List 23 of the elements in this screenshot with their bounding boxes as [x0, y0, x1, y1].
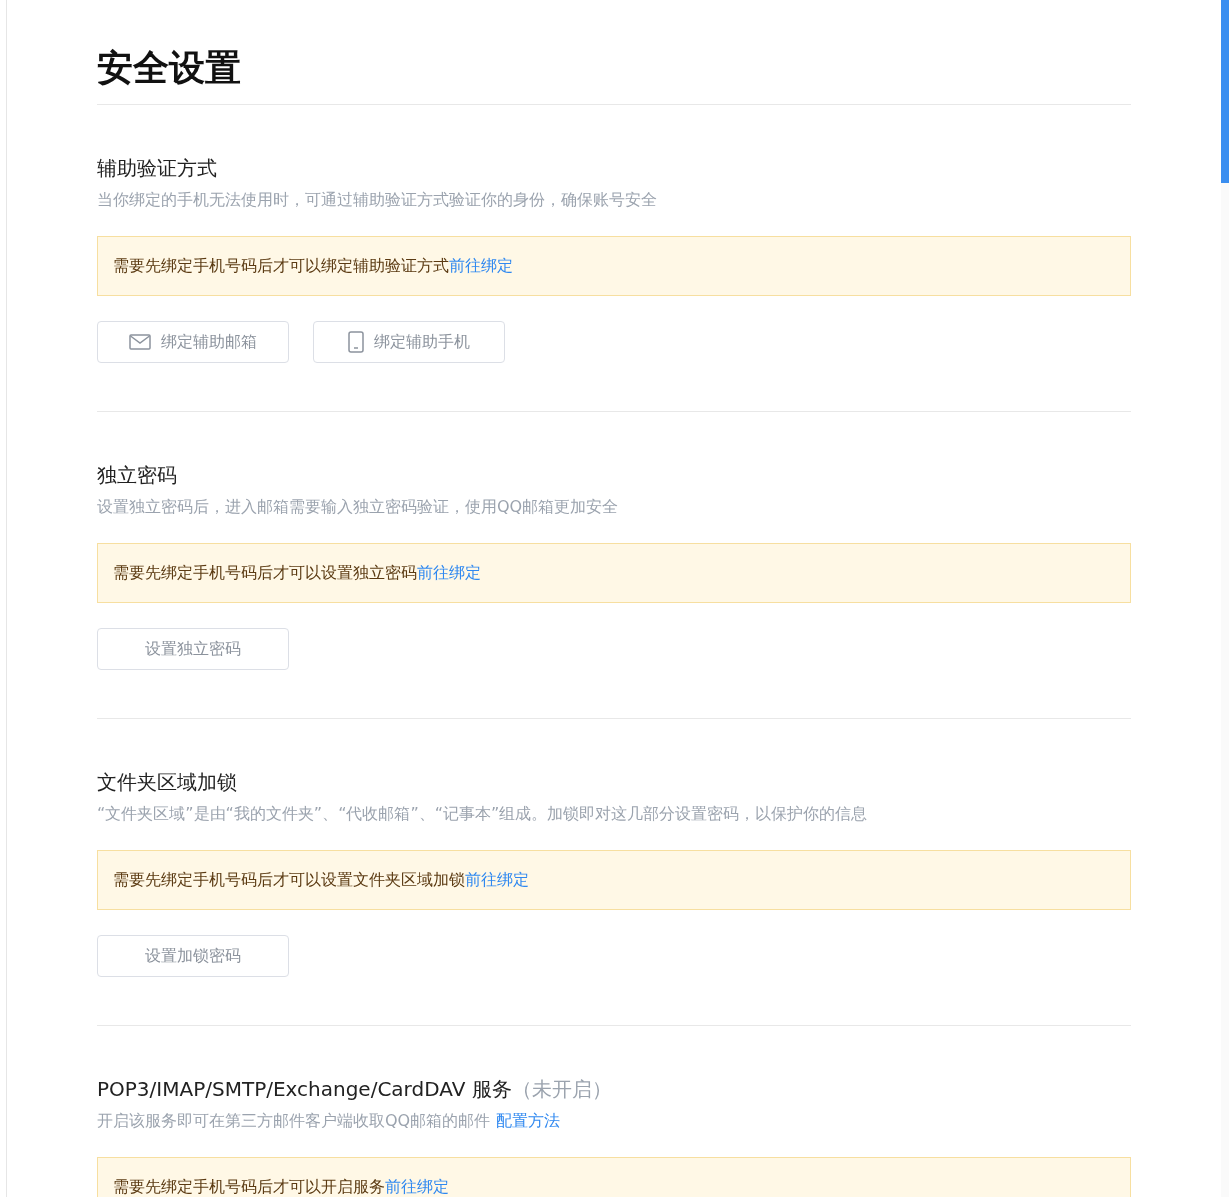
bind-link[interactable]: 前往绑定 — [417, 562, 481, 584]
service-status: （未开启） — [511, 1076, 612, 1102]
bind-link[interactable]: 前往绑定 — [449, 255, 513, 277]
section-description: 当你绑定的手机无法使用时，可通过辅助验证方式验证你的身份，确保账号安全 — [97, 189, 657, 211]
section-heading: 文件夹区域加锁 — [97, 769, 237, 795]
section-heading: 独立密码 — [97, 462, 177, 488]
notice-text: 需要先绑定手机号码后才可以开启服务 — [113, 1176, 385, 1197]
page-title: 安全设置 — [97, 46, 242, 90]
section-description: “文件夹区域”是由“我的文件夹”、“代收邮箱”、“记事本”组成。加锁即对这几部分设置密码，以保护你的信息 — [97, 803, 868, 825]
notice-text: 需要先绑定手机号码后才可以绑定辅助验证方式 — [113, 255, 449, 277]
phone-icon — [348, 331, 364, 353]
mail-icon — [129, 334, 151, 350]
scrollbar-thumb[interactable] — [1221, 0, 1229, 183]
section-heading: POP3/IMAP/SMTP/Exchange/CardDAV 服务 — [97, 1076, 512, 1102]
bind-link[interactable]: 前往绑定 — [385, 1176, 449, 1197]
section-heading: 辅助验证方式 — [97, 155, 217, 181]
notice-text: 需要先绑定手机号码后才可以设置独立密码 — [113, 562, 417, 584]
section-description: 开启该服务即可在第三方邮件客户端收取QQ邮箱的邮件 — [97, 1110, 491, 1132]
config-link[interactable]: 配置方法 — [496, 1111, 561, 1132]
notice-text: 需要先绑定手机号码后才可以设置文件夹区域加锁 — [113, 869, 465, 891]
bind-link[interactable]: 前往绑定 — [465, 869, 529, 891]
section-description: 设置独立密码后，进入邮箱需要输入独立密码验证，使用QQ邮箱更加安全 — [97, 496, 619, 518]
scrollbar[interactable] — [1221, 0, 1229, 1197]
